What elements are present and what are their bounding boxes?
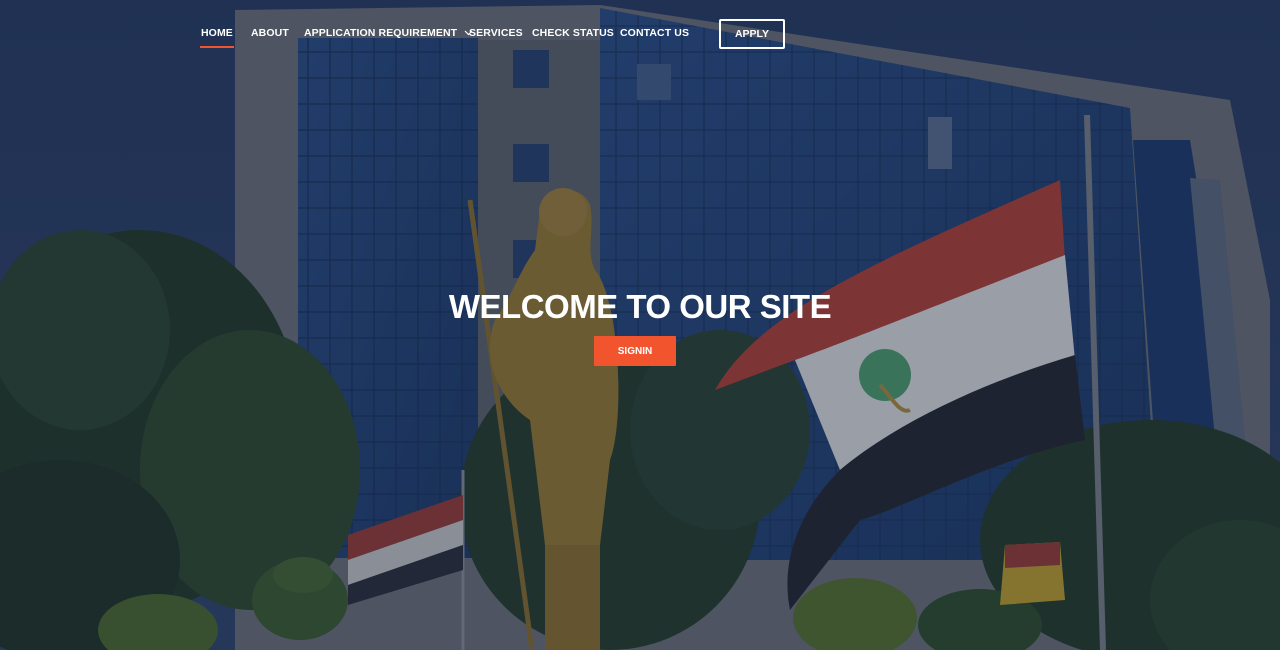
nav-item-check-status[interactable]: CHECK STATUS xyxy=(532,27,614,39)
nav-item-home[interactable]: HOME xyxy=(200,27,234,48)
hero-section: HOME ABOUT APPLICATION REQUIREMENT SERVI… xyxy=(0,0,1280,650)
apply-button[interactable]: APPLY xyxy=(719,19,785,49)
nav-item-application-requirement[interactable]: APPLICATION REQUIREMENT xyxy=(304,27,473,39)
nav-item-application-requirement-label: APPLICATION REQUIREMENT xyxy=(304,27,458,39)
nav-item-services[interactable]: SERVICES xyxy=(469,27,523,39)
signin-button[interactable]: SIGNIN xyxy=(594,336,676,366)
nav-item-contact-us[interactable]: CONTACT US xyxy=(620,27,689,39)
hero-title: WELCOME TO OUR SITE xyxy=(448,288,832,325)
main-nav: HOME ABOUT APPLICATION REQUIREMENT SERVI… xyxy=(0,0,1280,66)
nav-item-about[interactable]: ABOUT xyxy=(251,27,289,39)
